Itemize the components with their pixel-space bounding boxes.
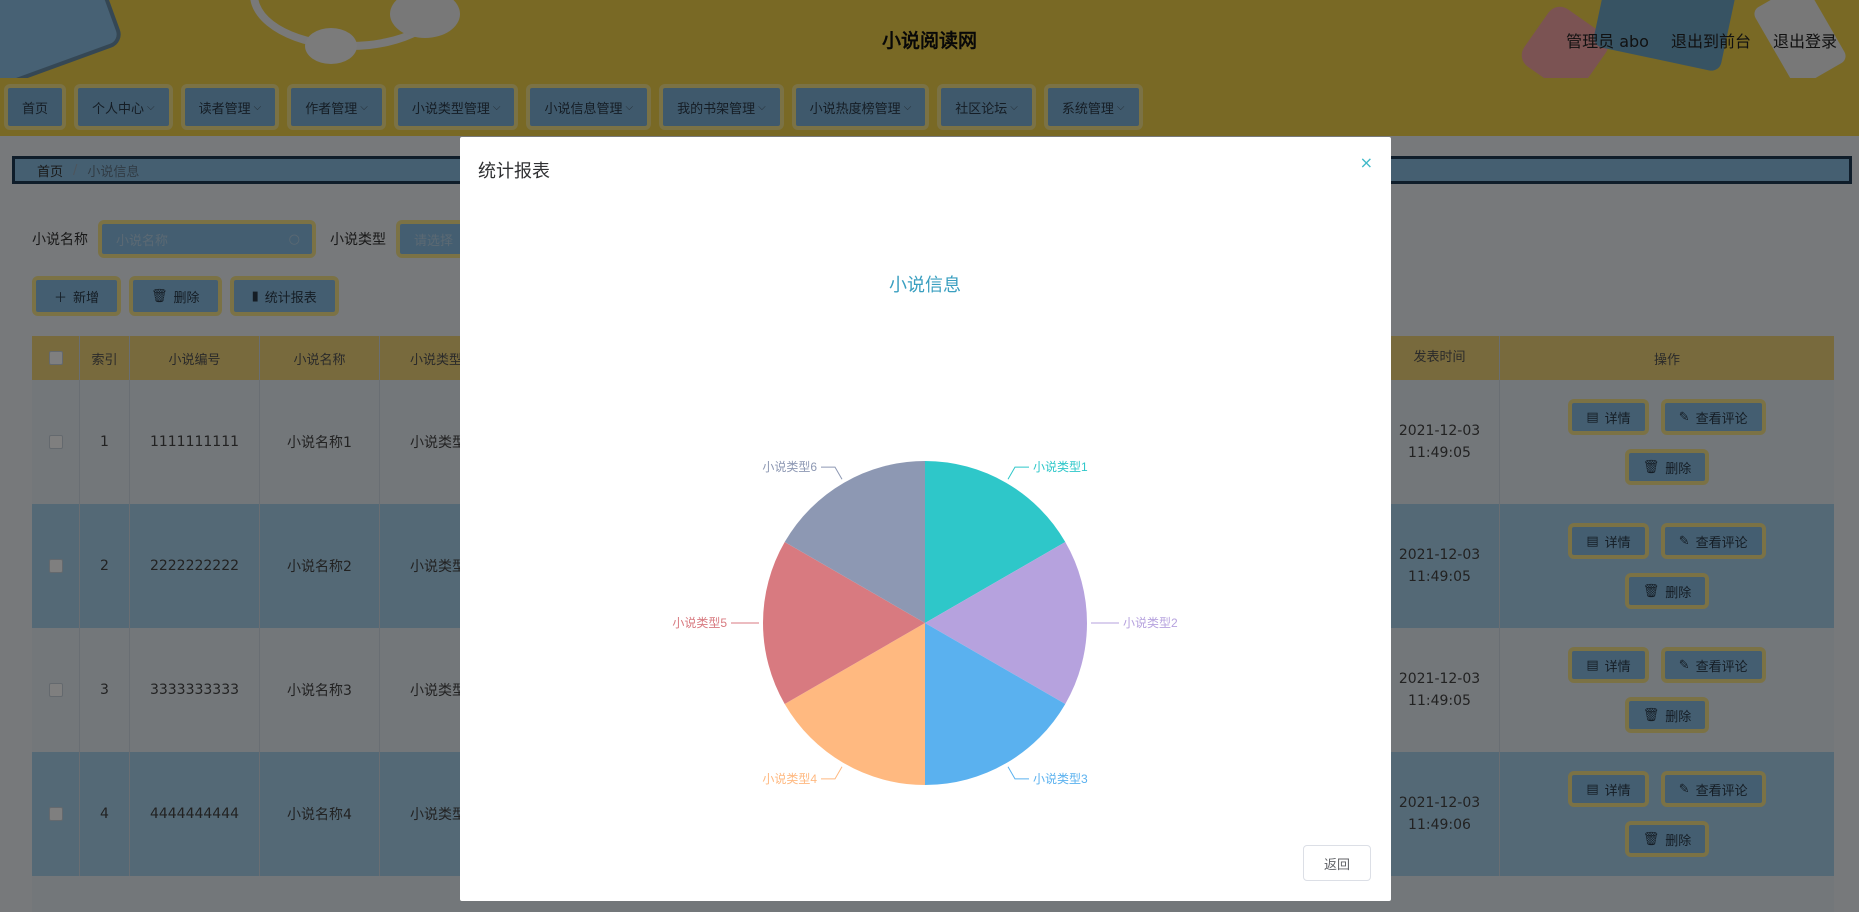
pie-label-line	[821, 466, 843, 480]
report-dialog: 统计报表 × 小说信息 小说类型1 小说类型2 小说类型3 小说类型4 小说类型5 小说类…	[460, 137, 1391, 901]
pie-label: 小说类型3	[1033, 771, 1088, 786]
pie-label: 小说类型4	[762, 771, 817, 786]
pie-label-line	[1007, 766, 1029, 780]
pie-chart: 小说信息 小说类型1 小说类型2 小说类型3 小说类型4 小说类型5 小说类型6	[672, 275, 1178, 786]
pie-label: 小说类型2	[1123, 615, 1178, 630]
pie-label: 小说类型1	[1033, 459, 1088, 474]
pie-label-line	[1007, 466, 1029, 480]
dialog-title: 统计报表	[478, 161, 550, 182]
pie-label: 小说类型5	[672, 615, 727, 630]
close-icon[interactable]: ×	[1360, 153, 1373, 172]
pie-label-line	[821, 766, 843, 780]
back-button[interactable]: 返回	[1303, 845, 1371, 881]
pie-label: 小说类型6	[762, 459, 817, 474]
pie-chart-area: 小说信息 小说类型1 小说类型2 小说类型3 小说类型4 小说类型5 小说类型6	[460, 187, 1391, 827]
chart-title: 小说信息	[889, 275, 961, 295]
pie-slices	[763, 461, 1087, 785]
